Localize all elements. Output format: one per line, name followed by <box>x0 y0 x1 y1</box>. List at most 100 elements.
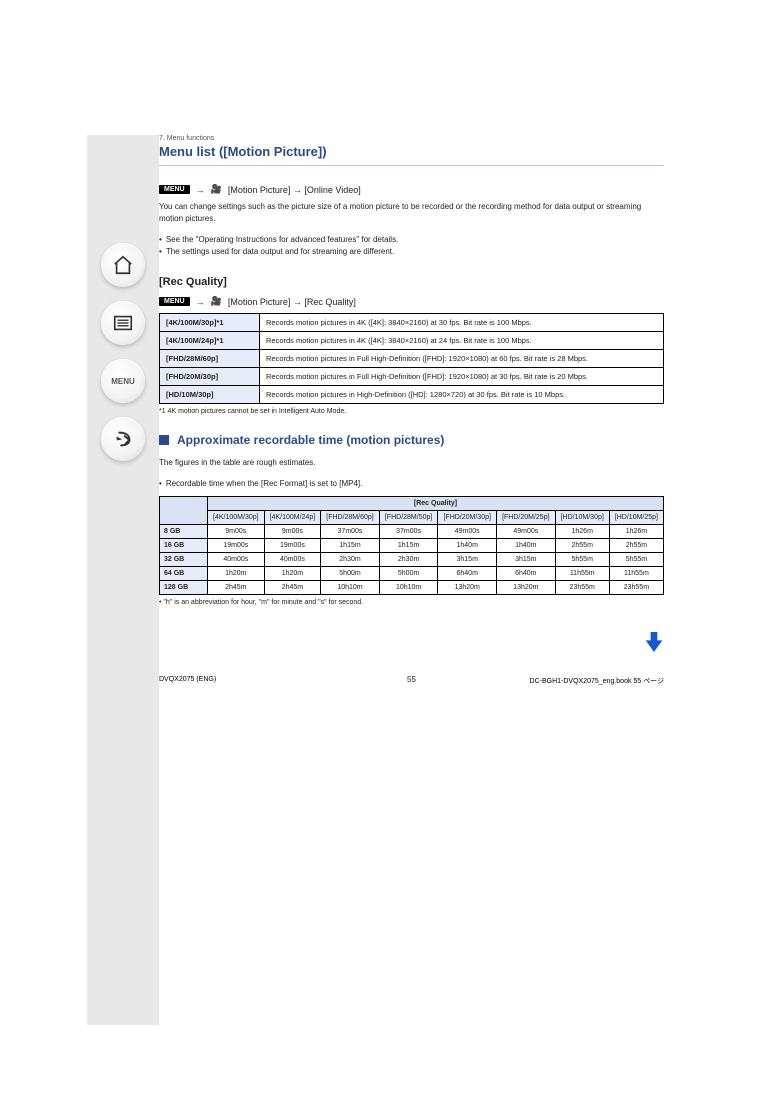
page-title: Menu list ([Motion Picture]) <box>159 144 664 159</box>
time-cell: 1h40m <box>438 539 497 553</box>
rec-quality-footnote: *1 4K motion pictures cannot be set in I… <box>159 408 664 415</box>
menu-label: MENU <box>111 377 135 386</box>
col-header: [4K/100M/24p] <box>264 511 321 525</box>
table-row: 32 GB40m00s40m00s2h30m2h30m3h15m3h15m5h5… <box>160 553 664 567</box>
sidebar: MENU <box>87 135 159 1025</box>
time-cell: 40m00s <box>264 553 321 567</box>
col-header: [4K/100M/30p] <box>208 511 265 525</box>
time-cell: 1h20m <box>264 567 321 581</box>
setting-label: [FHD/28M/60p] <box>160 350 260 368</box>
time-cell: 5h00m <box>321 567 380 581</box>
menu-path-text: [Motion Picture] → [Online Video] <box>228 185 361 195</box>
col-header: [FHD/28M/50p] <box>379 511 438 525</box>
page-content: 7. Menu functions Menu list ([Motion Pic… <box>159 135 664 606</box>
setting-label: [FHD/20M/30p] <box>160 368 260 386</box>
col-header: [FHD/28M/60p] <box>321 511 380 525</box>
time-cell: 13h20m <box>438 581 497 595</box>
recordable-time-bullet: Recordable time when the [Rec Format] is… <box>159 479 664 488</box>
time-cell: 1h40m <box>497 539 556 553</box>
continue-arrow-icon <box>644 630 664 656</box>
row-label: 128 GB <box>160 581 208 595</box>
table-row: [4K/100M/30p]*1Records motion pictures i… <box>160 314 664 332</box>
col-header: [FHD/20M/25p] <box>497 511 556 525</box>
time-cell: 11h55m <box>609 567 663 581</box>
table-row: [FHD/20M/30p]Records motion pictures in … <box>160 368 664 386</box>
time-cell: 2h55m <box>609 539 663 553</box>
recordable-time-table: [Rec Quality] [4K/100M/30p][4K/100M/24p]… <box>159 496 664 595</box>
bullet-2: The settings used for data output and fo… <box>159 247 664 256</box>
table-row: [HD/10M/30p]Records motion pictures in H… <box>160 386 664 404</box>
table-row: 8 GB9m00s9m00s37m00s37m00s49m00s49m00s1h… <box>160 525 664 539</box>
time-cell: 10h10m <box>321 581 380 595</box>
video-icon: 🎥 <box>211 296 222 307</box>
table-row: 64 GB1h20m1h20m5h00m5h00m6h40m6h40m11h55… <box>160 567 664 581</box>
time-cell: 19m00s <box>208 539 265 553</box>
time-cell: 1h26m <box>555 525 609 539</box>
time-cell: 23h55m <box>609 581 663 595</box>
recordable-time-intro: The figures in the table are rough estim… <box>159 457 664 469</box>
time-abbrev-note: • "h" is an abbreviation for hour, "m" f… <box>159 599 664 606</box>
bullet-1: See the "Operating Instructions for adva… <box>159 235 664 244</box>
setting-desc: Records motion pictures in Full High-Def… <box>260 350 664 368</box>
time-cell: 1h15m <box>379 539 438 553</box>
rec-quality-table: [4K/100M/30p]*1Records motion pictures i… <box>159 313 664 404</box>
row-label: 32 GB <box>160 553 208 567</box>
col-header: [HD/10M/30p] <box>555 511 609 525</box>
time-cell: 11h55m <box>555 567 609 581</box>
time-cell: 23h55m <box>555 581 609 595</box>
footer-right: DC-BGH1-DVQX2075_eng.book 55 ページ <box>530 676 664 686</box>
rec-quality-heading: [Rec Quality] <box>159 276 664 288</box>
col-header: [HD/10M/25p] <box>609 511 663 525</box>
time-cell: 6h40m <box>438 567 497 581</box>
time-cell: 3h15m <box>497 553 556 567</box>
nav-back-button[interactable] <box>101 417 145 461</box>
time-cell: 9m00s <box>208 525 265 539</box>
time-cell: 1h15m <box>321 539 380 553</box>
time-cell: 37m00s <box>379 525 438 539</box>
time-cell: 1h26m <box>609 525 663 539</box>
footer-left: DVQX2075 (ENG) <box>159 676 216 686</box>
toc-icon <box>112 312 134 334</box>
row-label: 16 GB <box>160 539 208 553</box>
col-header: [FHD/20M/30p] <box>438 511 497 525</box>
setting-desc: Records motion pictures in High-Definiti… <box>260 386 664 404</box>
setting-desc: Records motion pictures in Full High-Def… <box>260 368 664 386</box>
menu-badge: MENU <box>159 297 190 306</box>
row-label: 8 GB <box>160 525 208 539</box>
time-cell: 5h55m <box>555 553 609 567</box>
time-cell: 13h20m <box>497 581 556 595</box>
table-row: [FHD/28M/60p]Records motion pictures in … <box>160 350 664 368</box>
time-cell: 2h30m <box>321 553 380 567</box>
table-row: 16 GB19m00s19m00s1h15m1h15m1h40m1h40m2h5… <box>160 539 664 553</box>
table-row: 128 GB2h45m2h45m10h10m10h10m13h20m13h20m… <box>160 581 664 595</box>
menu-path-rec-quality: MENU → 🎥 [Motion Picture] → [Rec Quality… <box>159 296 664 307</box>
setting-desc: Records motion pictures in 4K ([4K]: 384… <box>260 332 664 350</box>
time-cell: 49m00s <box>438 525 497 539</box>
time-cell: 19m00s <box>264 539 321 553</box>
nav-home-button[interactable] <box>101 243 145 287</box>
time-cell: 49m00s <box>497 525 556 539</box>
row-label: 64 GB <box>160 567 208 581</box>
home-icon <box>112 254 134 276</box>
table-row: [4K/100M/24p]*1Records motion pictures i… <box>160 332 664 350</box>
time-cell: 9m00s <box>264 525 321 539</box>
setting-label: [4K/100M/24p]*1 <box>160 332 260 350</box>
nav-toc-button[interactable] <box>101 301 145 345</box>
nav-menu-button[interactable]: MENU <box>101 359 145 403</box>
setting-label: [HD/10M/30p] <box>160 386 260 404</box>
back-icon <box>112 428 134 450</box>
time-cell: 5h55m <box>609 553 663 567</box>
footer: DVQX2075 (ENG) DC-BGH1-DVQX2075_eng.book… <box>159 676 664 686</box>
menu-badge: MENU <box>159 185 190 194</box>
time-cell: 6h40m <box>497 567 556 581</box>
time-cell: 10h10m <box>379 581 438 595</box>
corner-cell <box>160 497 208 525</box>
video-icon: 🎥 <box>211 184 222 195</box>
online-video-desc: You can change settings such as the pict… <box>159 201 664 225</box>
menu-path-online-video: MENU → 🎥 [Motion Picture] → [Online Vide… <box>159 184 664 195</box>
time-cell: 40m00s <box>208 553 265 567</box>
menu-path-text: [Motion Picture] → [Rec Quality] <box>228 297 356 307</box>
setting-desc: Records motion pictures in 4K ([4K]: 384… <box>260 314 664 332</box>
time-cell: 2h55m <box>555 539 609 553</box>
breadcrumb: 7. Menu functions <box>159 135 664 142</box>
